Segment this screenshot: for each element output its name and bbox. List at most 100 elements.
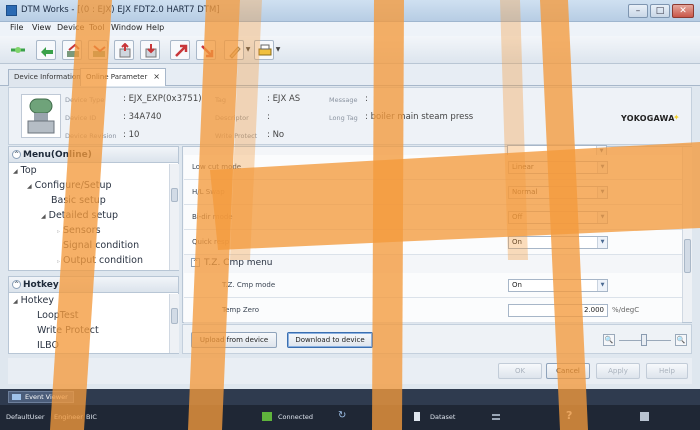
window-title: DTM Works - [(0 : EJX) EJX FDT2.0 HART7 … (21, 5, 220, 15)
tz-cmp-section-header[interactable]: ^ T.Z. Cmp menu (191, 253, 273, 273)
tree-label: Basic setup (51, 195, 106, 206)
tree-item-basic-setup[interactable]: Basic setup (51, 195, 106, 206)
hotkey-scrollbar-thumb[interactable] (171, 308, 178, 324)
device-download-icon[interactable] (140, 40, 160, 60)
collapse-icon[interactable]: ^ (12, 280, 21, 289)
collapse-icon[interactable]: ^ (191, 258, 200, 267)
hotkey-scrollbar[interactable] (169, 294, 179, 353)
chevron-down-icon: ▼ (597, 162, 607, 173)
message-label: Message (329, 96, 358, 104)
leaf-marker-icon: ▹ (57, 228, 61, 235)
param-label: H/L Swap (192, 188, 225, 196)
expand-triangle-icon[interactable]: ◢ (13, 298, 18, 305)
write-protect-value: : No (267, 130, 285, 140)
select-value: On (512, 281, 522, 289)
tab-device-information[interactable]: Device Information (8, 69, 87, 86)
menu-online-pane: ^ Menu(Online) ◢ Top ◢ Configure/Setup Bas… (8, 146, 179, 271)
pencil-icon[interactable] (224, 40, 244, 60)
tree-item-sensors[interactable]: ▹ Sensors (57, 225, 101, 236)
upload-icon[interactable] (62, 40, 82, 60)
param-label: T.Z. Cmp mode (222, 281, 276, 289)
expand-triangle-icon[interactable]: ◢ (13, 168, 18, 175)
menu-tool[interactable]: Tool (89, 23, 105, 32)
param-scrollbar-thumb[interactable] (684, 239, 691, 273)
device-upload-icon[interactable] (114, 40, 134, 60)
quick-resp-select[interactable]: On ▼ (508, 236, 608, 249)
expand-triangle-icon[interactable]: ◢ (41, 213, 46, 220)
section-title: T.Z. Cmp menu (204, 258, 273, 268)
stop-icon[interactable] (640, 412, 649, 421)
hotkey-header[interactable]: ^ Hotkey (9, 277, 178, 293)
download-to-device-button[interactable]: Download to device (287, 332, 373, 348)
param-scrollbar[interactable] (682, 147, 692, 322)
bidir-mode-select[interactable]: Off ▼ (508, 211, 608, 224)
arrow-up-right-icon[interactable] (170, 40, 190, 60)
param-row-low-cut-mode: Low cut mode Linear ▼ (184, 155, 682, 180)
expand-triangle-icon[interactable]: ◢ (27, 183, 32, 190)
device-revision-value: : 10 (123, 130, 140, 140)
disconnect-icon[interactable] (36, 40, 56, 60)
tab-online-parameter[interactable]: Online Parameter × (80, 68, 166, 86)
tree-label: Output condition (63, 255, 143, 266)
print-dropdown-icon[interactable]: ▼ (274, 40, 282, 60)
close-button[interactable]: ✕ (672, 4, 694, 18)
tree-item-write-protect[interactable]: Write Protect (37, 325, 99, 336)
menu-file[interactable]: File (10, 23, 23, 32)
pencil-dropdown-icon[interactable]: ▼ (244, 40, 252, 60)
menu-online-header[interactable]: ^ Menu(Online) (9, 147, 178, 163)
temp-zero-input[interactable]: 2.000 (508, 304, 608, 317)
download-icon[interactable] (88, 40, 108, 60)
menu-lines-icon (492, 414, 500, 420)
arrow-down-right-icon[interactable] (196, 40, 216, 60)
event-viewer-icon (12, 394, 21, 400)
connect-icon[interactable] (8, 40, 28, 60)
tree-item-top[interactable]: ◢ Top (13, 165, 37, 176)
collapse-icon[interactable]: ^ (12, 150, 21, 159)
menu-window[interactable]: Window (111, 23, 143, 32)
param-row-temp-zero: Temp Zero 2.000 %/degC (184, 298, 682, 323)
dialog-button-bar: OK Cancel Apply Help (8, 358, 692, 384)
status-role: Engineer (54, 413, 83, 421)
event-viewer-tab[interactable]: Event Viewer (8, 391, 74, 403)
menu-help[interactable]: Help (146, 23, 164, 32)
maximize-button[interactable]: □ (650, 4, 670, 18)
device-id-value: : 34A740 (123, 112, 162, 122)
menu-device[interactable]: Device (57, 23, 84, 32)
tz-cmp-mode-select[interactable]: On ▼ (508, 279, 608, 292)
param-label: Temp Zero (222, 306, 259, 314)
help-question-icon[interactable]: ? (566, 409, 572, 422)
menu-scrollbar[interactable] (169, 164, 179, 270)
help-button[interactable]: Help (646, 363, 688, 379)
tree-item-looptest[interactable]: LoopTest (37, 310, 79, 321)
low-cut-mode-select[interactable]: Linear ▼ (508, 161, 608, 174)
status-bic: BIC (86, 413, 97, 421)
hl-swap-select[interactable]: Normal ▼ (508, 186, 608, 199)
zoom-slider-thumb[interactable] (641, 334, 647, 346)
tree-item-ilbo[interactable]: ILBO (37, 340, 59, 351)
tree-item-detailed-setup[interactable]: ◢ Detailed setup (41, 210, 118, 221)
menu-view[interactable]: View (32, 23, 51, 32)
tree-label: Hotkey (20, 295, 54, 306)
zoom-out-icon[interactable]: 🔍 (603, 334, 615, 346)
menu-scrollbar-thumb[interactable] (171, 188, 178, 202)
apply-button[interactable]: Apply (596, 363, 640, 379)
tree-label: Detailed setup (48, 210, 119, 221)
app-icon (6, 5, 17, 16)
toolbar: ▼ ▼ (0, 36, 700, 64)
zoom-in-icon[interactable]: 🔍 (675, 334, 687, 346)
print-icon[interactable] (254, 40, 274, 60)
minimize-button[interactable]: – (628, 4, 648, 18)
tab-close-icon[interactable]: × (153, 72, 160, 81)
tree-item-output-condition[interactable]: ▹ Output condition (57, 255, 143, 266)
ok-button[interactable]: OK (498, 363, 542, 379)
write-protect-label: Write Protect (215, 132, 258, 140)
tree-item-hotkey[interactable]: ◢ Hotkey (13, 295, 54, 306)
device-type-label: Device Type (65, 96, 105, 104)
tree-item-configure-setup[interactable]: ◢ Configure/Setup (27, 180, 112, 191)
status-user: DefaultUser (6, 413, 45, 421)
tree-item-signal-condition[interactable]: Signal condition (63, 240, 139, 251)
param-label: Low cut mode (192, 163, 242, 171)
status-bar: DefaultUser Engineer BIC Connected ↻ Dat… (0, 405, 700, 430)
cancel-button[interactable]: Cancel (546, 363, 590, 379)
upload-from-device-button[interactable]: Upload from device (191, 332, 277, 348)
